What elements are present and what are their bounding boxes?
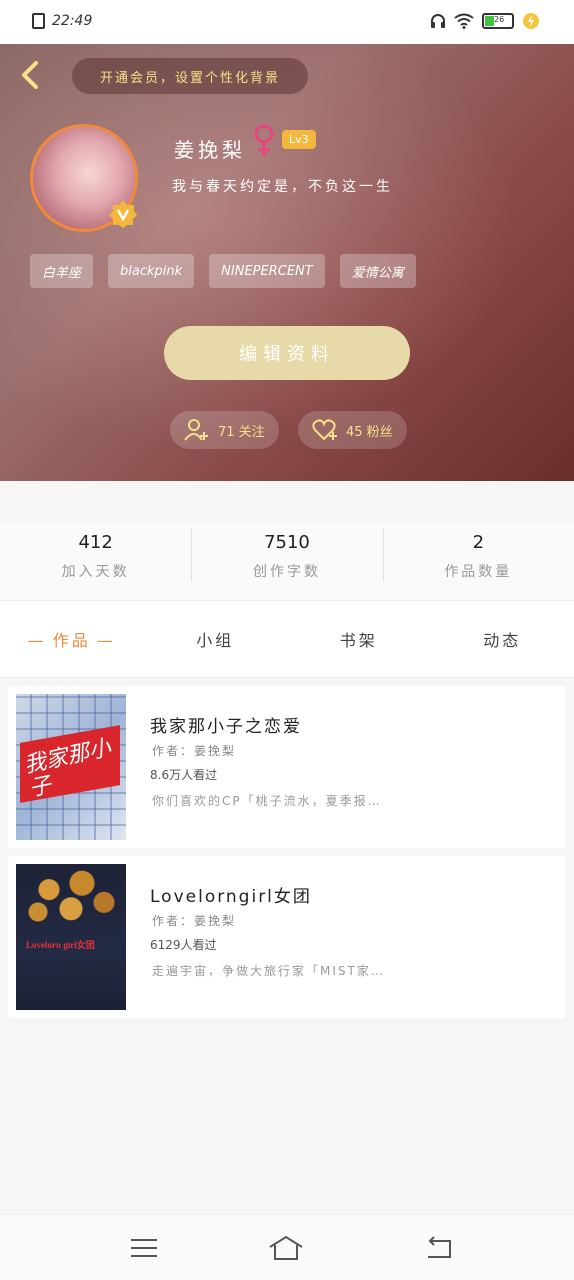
stat-works-count: 2 作品数量 [382, 522, 574, 600]
signature: 我与春天约定是，不负这一生 [172, 179, 393, 195]
tag-item[interactable]: 白羊座 [30, 254, 94, 288]
stat-value: 2 [472, 532, 485, 553]
level-badge: Lv3 [282, 130, 316, 149]
stat-join-days: 412 加入天数 [0, 522, 191, 600]
battery-level: 26 [494, 15, 505, 24]
edit-profile-button[interactable]: 编辑资料 [164, 326, 410, 380]
tag-list: 白羊座 blackpink NINEPERCENT 爱情公寓 [30, 254, 416, 288]
tab-activity[interactable]: 动态 [431, 627, 574, 651]
stat-word-count: 7510 创作字数 [191, 522, 382, 600]
charging-icon [523, 13, 539, 29]
tag-item[interactable]: blackpink [108, 254, 195, 288]
following-button[interactable]: 71 关注 [170, 411, 279, 449]
wifi-icon [454, 13, 474, 29]
fans-button[interactable]: 45 粉丝 [298, 411, 407, 449]
file-icon [32, 13, 45, 29]
tag-item[interactable]: 爱情公寓 [339, 254, 416, 288]
back-button[interactable] [14, 58, 48, 92]
work-title: 我家那小子之恋爱 [150, 717, 302, 737]
status-time: 22:49 [52, 13, 93, 29]
work-description: 你们喜欢的CP「桃子流水，夏季报… [152, 794, 382, 808]
vip-badge-icon [109, 200, 137, 228]
work-author: 作者：姜挽梨 [152, 744, 237, 758]
follow-user-icon [184, 419, 208, 441]
work-card[interactable]: Lovelorn girl女团 Lovelorngirl女团 作者：姜挽梨 61… [8, 856, 566, 1018]
tag-item[interactable]: NINEPERCENT [209, 254, 325, 288]
heart-icon [312, 419, 337, 441]
stat-label: 创作字数 [252, 564, 321, 580]
tab-works[interactable]: 作品 [0, 627, 144, 651]
headphones-icon [431, 14, 445, 28]
stat-label: 作品数量 [444, 564, 513, 580]
work-cover-text: Lovelorn girl女团 [26, 940, 95, 950]
status-bar: 22:49 26 [0, 0, 574, 44]
menu-icon[interactable] [126, 1233, 162, 1263]
work-description: 走遍宇宙，争做大旅行家「MIST家… [152, 964, 385, 978]
stat-value: 412 [78, 532, 113, 553]
profile-header: 开通会员，设置个性化背景 姜挽梨 Lv3 我与春天约定是，不负这一生 白羊座 b… [0, 44, 574, 481]
system-nav-bar [0, 1214, 574, 1280]
work-card[interactable]: 我家那小子 我家那小子之恋爱 作者：姜挽梨 8.6万人看过 你们喜欢的CP「桃子… [8, 686, 566, 848]
fans-count: 45 粉丝 [346, 424, 393, 440]
back-nav-icon[interactable] [420, 1233, 456, 1263]
female-icon [254, 124, 274, 156]
tab-bar: 作品 小组 书架 动态 [0, 600, 574, 678]
home-icon[interactable] [268, 1233, 304, 1263]
battery-icon: 26 [482, 13, 514, 29]
stat-label: 加入天数 [61, 564, 130, 580]
stat-value: 7510 [264, 532, 310, 553]
stats-row: 412 加入天数 7510 创作字数 2 作品数量 [0, 522, 574, 600]
vip-banner[interactable]: 开通会员，设置个性化背景 [72, 58, 308, 94]
following-count: 71 关注 [218, 424, 265, 440]
work-title: Lovelorngirl女团 [150, 887, 312, 907]
work-views: 6129人看过 [150, 938, 217, 952]
work-cover-image: Lovelorn girl女团 [16, 864, 126, 1010]
work-author: 作者：姜挽梨 [152, 914, 237, 928]
tab-groups[interactable]: 小组 [144, 627, 288, 651]
work-cover-image: 我家那小子 [16, 694, 126, 840]
work-views: 8.6万人看过 [150, 768, 218, 782]
tab-bookshelf[interactable]: 书架 [287, 627, 431, 651]
user-name: 姜挽梨 [174, 138, 246, 162]
status-icons: 26 [430, 12, 540, 30]
